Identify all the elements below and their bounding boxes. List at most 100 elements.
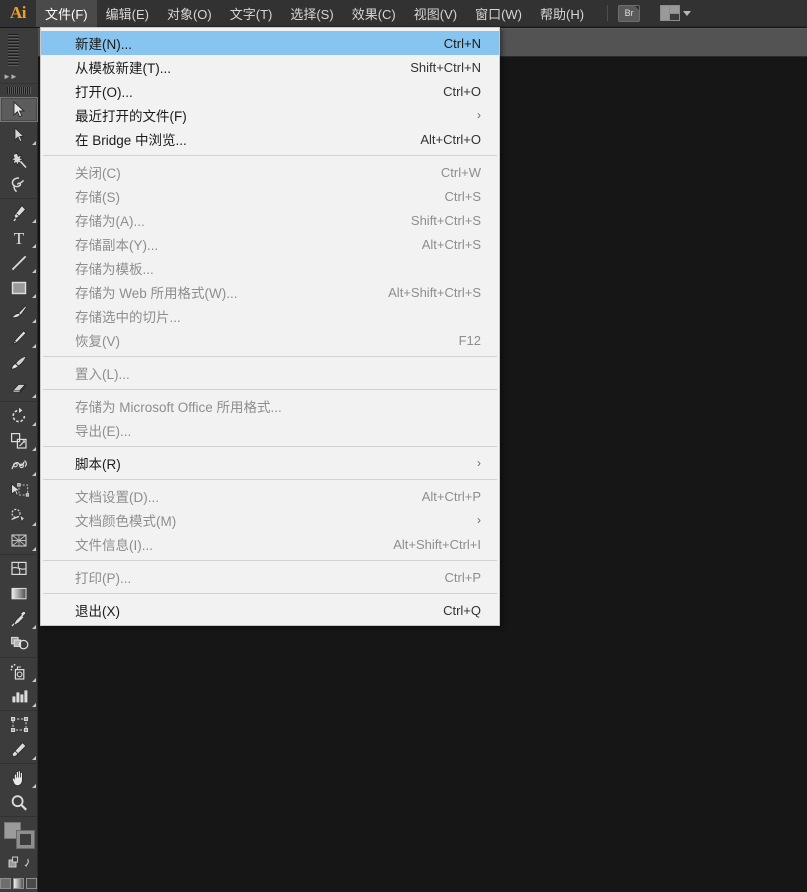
menu-effect[interactable]: 效果(C) bbox=[343, 0, 405, 27]
svg-text:T: T bbox=[14, 229, 25, 247]
menu-object[interactable]: 对象(O) bbox=[158, 0, 221, 27]
menu-view[interactable]: 视图(V) bbox=[405, 0, 466, 27]
tool-group-artboard bbox=[0, 711, 37, 764]
hand-tool-icon[interactable] bbox=[0, 765, 38, 790]
tools-panel-drag-handle[interactable] bbox=[8, 34, 20, 68]
tool-flyout-indicator bbox=[32, 394, 36, 398]
tool-flyout-indicator bbox=[32, 294, 36, 298]
chevron-down-icon bbox=[683, 10, 692, 16]
menu-separator bbox=[43, 389, 497, 390]
direct-selection-tool-icon[interactable] bbox=[0, 122, 38, 147]
rotate-tool-icon[interactable] bbox=[0, 403, 38, 428]
tool-group-drawing: T bbox=[0, 199, 37, 402]
tool-group-transform bbox=[0, 402, 37, 555]
color-swatch-icon[interactable] bbox=[0, 878, 11, 889]
eyedropper-tool-icon[interactable] bbox=[0, 606, 38, 631]
collapse-panel-icon[interactable]: ►► bbox=[3, 72, 18, 81]
type-tool-icon[interactable]: T bbox=[0, 225, 38, 250]
tool-flyout-indicator bbox=[32, 269, 36, 273]
menu-item-new-from-template[interactable]: 从模板新建(T)... Shift+Ctrl+N bbox=[41, 55, 499, 79]
tool-group-symbols bbox=[0, 658, 37, 711]
menu-item-save-as-template[interactable]: 存储为模板... bbox=[41, 256, 499, 280]
menu-item-revert[interactable]: 恢复(V) F12 bbox=[41, 328, 499, 352]
slice-tool-icon[interactable] bbox=[0, 737, 38, 762]
width-tool-icon[interactable] bbox=[0, 453, 38, 478]
menu-item-exit[interactable]: 退出(X) Ctrl+Q bbox=[41, 598, 499, 622]
stroke-color-swatch[interactable] bbox=[15, 830, 35, 849]
file-menu-dropdown[interactable]: 新建(N)... Ctrl+N 从模板新建(T)... Shift+Ctrl+N… bbox=[40, 27, 500, 626]
perspective-grid-tool-icon[interactable] bbox=[0, 528, 38, 553]
menu-item-document-setup[interactable]: 文档设置(D)... Alt+Ctrl+P bbox=[41, 484, 499, 508]
lasso-tool-icon[interactable] bbox=[0, 172, 38, 197]
tool-group-selection bbox=[0, 96, 38, 199]
menu-window[interactable]: 窗口(W) bbox=[466, 0, 531, 27]
menu-item-save-a-copy[interactable]: 存储副本(Y)... Alt+Ctrl+S bbox=[41, 232, 499, 256]
arrange-documents-button[interactable] bbox=[660, 5, 692, 21]
menu-item-scripts[interactable]: 脚本(R) › bbox=[41, 451, 499, 475]
tool-group-color bbox=[0, 555, 37, 658]
menu-item-save-as[interactable]: 存储为(A)... Shift+Ctrl+S bbox=[41, 208, 499, 232]
tool-flyout-indicator bbox=[32, 678, 36, 682]
menu-item-open[interactable]: 打开(O)... Ctrl+O bbox=[41, 79, 499, 103]
rectangle-tool-icon[interactable] bbox=[0, 275, 38, 300]
menu-item-save[interactable]: 存储(S) Ctrl+S bbox=[41, 184, 499, 208]
menu-item-save-for-web[interactable]: 存储为 Web 所用格式(W)... Alt+Shift+Ctrl+S bbox=[41, 280, 499, 304]
tool-flyout-indicator bbox=[32, 522, 36, 526]
tool-flyout-indicator bbox=[32, 319, 36, 323]
bridge-button[interactable]: Br bbox=[618, 4, 641, 22]
menu-separator bbox=[43, 446, 497, 447]
blob-brush-tool-icon[interactable] bbox=[0, 350, 38, 375]
tool-flyout-indicator bbox=[32, 244, 36, 248]
chevron-right-icon: › bbox=[477, 456, 481, 470]
menu-item-new[interactable]: 新建(N)... Ctrl+N bbox=[41, 31, 499, 55]
menu-item-print[interactable]: 打印(P)... Ctrl+P bbox=[41, 565, 499, 589]
pencil-tool-icon[interactable] bbox=[0, 325, 38, 350]
menu-item-save-selected-slices[interactable]: 存储选中的切片... bbox=[41, 304, 499, 328]
paintbrush-tool-icon[interactable] bbox=[0, 300, 38, 325]
menu-item-file-info[interactable]: 文件信息(I)... Alt+Shift+Ctrl+I bbox=[41, 532, 499, 556]
menu-items: 文件(F) 编辑(E) 对象(O) 文字(T) 选择(S) 效果(C) 视图(V… bbox=[36, 0, 593, 27]
menu-separator bbox=[43, 560, 497, 561]
illustrator-window: Ai 文件(F) 编辑(E) 对象(O) 文字(T) 选择(S) 效果(C) 视… bbox=[0, 0, 807, 892]
line-segment-tool-icon[interactable] bbox=[0, 250, 38, 275]
menu-separator bbox=[43, 155, 497, 156]
menu-item-close[interactable]: 关闭(C) Ctrl+W bbox=[41, 160, 499, 184]
zoom-tool-icon[interactable] bbox=[0, 790, 38, 815]
tool-flyout-indicator bbox=[32, 422, 36, 426]
menu-help[interactable]: 帮助(H) bbox=[531, 0, 593, 27]
magic-wand-tool-icon[interactable] bbox=[0, 147, 38, 172]
menu-file[interactable]: 文件(F) bbox=[36, 0, 97, 27]
blend-tool-icon[interactable] bbox=[0, 631, 38, 656]
tools-panel-grip[interactable] bbox=[0, 84, 38, 96]
pen-tool-icon[interactable] bbox=[0, 200, 38, 225]
menu-edit[interactable]: 编辑(E) bbox=[97, 0, 158, 27]
free-transform-tool-icon[interactable] bbox=[0, 478, 38, 503]
menu-item-place[interactable]: 置入(L)... bbox=[41, 361, 499, 385]
menu-item-open-recent[interactable]: 最近打开的文件(F) › bbox=[41, 103, 499, 127]
tools-panel-header[interactable]: ►► bbox=[0, 28, 38, 84]
scale-tool-icon[interactable] bbox=[0, 428, 38, 453]
none-swatch-icon[interactable] bbox=[26, 878, 37, 889]
mesh-tool-icon[interactable] bbox=[0, 556, 38, 581]
arrange-documents-icon bbox=[660, 5, 681, 21]
menu-select[interactable]: 选择(S) bbox=[281, 0, 342, 27]
gradient-swatch-icon[interactable] bbox=[13, 878, 24, 889]
gradient-tool-icon[interactable] bbox=[0, 581, 38, 606]
fill-stroke-section bbox=[0, 817, 37, 892]
tool-flyout-indicator bbox=[32, 344, 36, 348]
tool-flyout-indicator bbox=[32, 784, 36, 788]
menu-item-browse-in-bridge[interactable]: 在 Bridge 中浏览... Alt+Ctrl+O bbox=[41, 127, 499, 151]
menu-item-document-color-mode[interactable]: 文档颜色模式(M) › bbox=[41, 508, 499, 532]
column-graph-tool-icon[interactable] bbox=[0, 684, 38, 709]
symbol-sprayer-tool-icon[interactable] bbox=[0, 659, 38, 684]
shape-builder-tool-icon[interactable] bbox=[0, 503, 38, 528]
artboard-tool-icon[interactable] bbox=[0, 712, 38, 737]
color-mode-row[interactable] bbox=[0, 875, 37, 892]
menu-type[interactable]: 文字(T) bbox=[221, 0, 282, 27]
fill-stroke-swatches[interactable] bbox=[0, 818, 37, 850]
menu-item-export[interactable]: 导出(E)... bbox=[41, 418, 499, 442]
eraser-tool-icon[interactable] bbox=[0, 375, 38, 400]
selection-tool-icon[interactable] bbox=[0, 97, 38, 122]
menu-item-save-for-microsoft-office[interactable]: 存储为 Microsoft Office 所用格式... bbox=[41, 394, 499, 418]
default-fill-stroke-icon[interactable] bbox=[0, 850, 38, 875]
